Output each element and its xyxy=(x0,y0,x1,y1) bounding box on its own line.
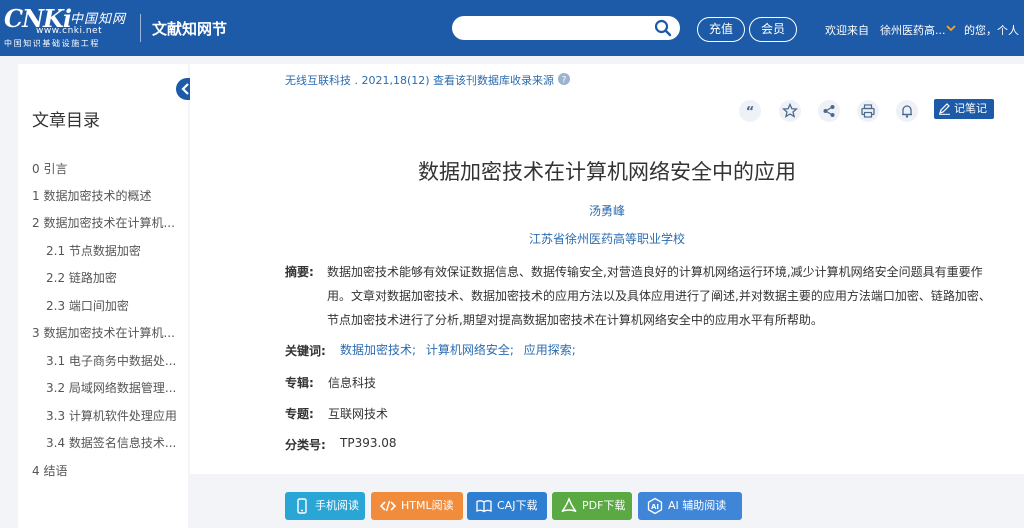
share-icon[interactable] xyxy=(818,100,840,122)
pdf-download-button[interactable]: PDF下载 xyxy=(552,492,632,520)
classification-label: 分类号: xyxy=(285,438,326,452)
special-value: 信息科技 xyxy=(328,376,377,390)
take-note-button[interactable]: 记笔记 xyxy=(934,99,994,119)
cnki-logo[interactable]: CNKi 中国知网 www.cnki.net 中国知识基础设施工程 xyxy=(2,4,130,50)
bell-icon[interactable] xyxy=(896,100,918,122)
html-read-button[interactable]: HTML阅读 xyxy=(371,492,463,520)
help-icon[interactable]: ? xyxy=(558,73,570,85)
toc-item[interactable]: 3.3 计算机软件处理应用 xyxy=(46,407,196,424)
journal-source[interactable]: 无线互联科技 . 2021,18(12) 查看该刊数据库收录来源 xyxy=(285,72,554,88)
special-label: 专辑: xyxy=(285,376,314,390)
toc-item[interactable]: 2.3 端口间加密 xyxy=(46,297,196,314)
logo-url-text: www.cnki.net xyxy=(36,26,103,36)
svg-text:?: ? xyxy=(562,75,567,85)
keywords-label: 关键词: xyxy=(285,344,326,358)
ai-read-button[interactable]: AI AI 辅助阅读 xyxy=(638,492,742,520)
institution-link[interactable]: 徐州医药高... xyxy=(880,22,946,38)
toc-sidebar: 文章目录 0 引言 1 数据加密技术的概述 2 数据加密技术在计算机... 2.… xyxy=(18,64,188,528)
book-icon xyxy=(476,500,492,513)
html-read-label: HTML阅读 xyxy=(401,499,454,512)
toc-item[interactable]: 0 引言 xyxy=(32,160,182,177)
welcome-text: 欢迎来自 xyxy=(825,24,869,37)
quote-icon[interactable]: “ xyxy=(739,100,761,122)
toc-title: 文章目录 xyxy=(32,111,100,131)
caj-download-label: CAJ下载 xyxy=(497,499,538,512)
ai-read-label: AI 辅助阅读 xyxy=(668,499,727,512)
mobile-read-label: 手机阅读 xyxy=(315,499,359,512)
topic-label: 专题: xyxy=(285,407,314,421)
toc-item[interactable]: 2.2 链路加密 xyxy=(46,269,196,286)
star-icon[interactable] xyxy=(779,100,801,122)
article-title: 数据加密技术在计算机网络安全中的应用 xyxy=(418,160,796,184)
abstract-text: 数据加密技术能够有效保证数据信息、数据传输安全,对营造良好的计算机网络运行环境,… xyxy=(327,265,991,327)
caj-download-button[interactable]: CAJ下载 xyxy=(467,492,547,520)
chevron-down-icon[interactable] xyxy=(946,24,956,32)
pdf-icon xyxy=(561,497,577,513)
toc-item[interactable]: 3.1 电子商务中数据处... xyxy=(46,352,196,369)
classification-value: TP393.08 xyxy=(340,436,397,450)
keyword-link[interactable]: 应用探索; xyxy=(524,343,576,357)
search-input[interactable] xyxy=(452,16,680,40)
svg-text:AI: AI xyxy=(651,503,659,511)
toc-item[interactable]: 3.4 数据签名信息技术... xyxy=(46,434,196,451)
code-icon xyxy=(379,500,397,512)
take-note-label: 记笔记 xyxy=(954,102,987,115)
print-icon[interactable] xyxy=(857,100,879,122)
phone-icon xyxy=(297,498,307,514)
ai-icon: AI xyxy=(647,497,663,515)
toc-item[interactable]: 2 数据加密技术在计算机... xyxy=(32,214,182,231)
user-greeting[interactable]: 的您，个人 xyxy=(964,22,1024,38)
mobile-read-button[interactable]: 手机阅读 xyxy=(285,492,365,520)
organization-link[interactable]: 江苏省徐州医药高等职业学校 xyxy=(190,230,1024,247)
logo-subtitle: 中国知识基础设施工程 xyxy=(4,39,100,48)
toc-item[interactable]: 2.1 节点数据加密 xyxy=(46,242,196,259)
site-section-title: 文献知网节 xyxy=(152,20,228,38)
pdf-download-label: PDF下载 xyxy=(582,499,626,512)
topic-value: 互联网技术 xyxy=(328,407,389,421)
pencil-icon xyxy=(939,103,950,115)
abstract-label: 摘要: xyxy=(285,265,314,279)
toc-item[interactable]: 4 结语 xyxy=(32,462,182,479)
recharge-button[interactable]: 充值 xyxy=(697,17,745,42)
search-icon[interactable] xyxy=(654,19,672,37)
toc-item[interactable]: 3 数据加密技术在计算机... xyxy=(32,324,182,341)
logo-chinese-text: 中国知网 xyxy=(70,12,127,27)
toc-item[interactable]: 1 数据加密技术的概述 xyxy=(32,187,182,204)
top-header: CNKi 中国知网 www.cnki.net 中国知识基础设施工程 文献知网节 … xyxy=(0,0,1024,56)
header-divider xyxy=(140,14,141,42)
keyword-link[interactable]: 数据加密技术; xyxy=(340,343,416,357)
article-panel: 无线互联科技 . 2021,18(12) 查看该刊数据库收录来源 ? “ 记笔记… xyxy=(190,64,1024,474)
toc-item[interactable]: 3.2 局域网络数据管理... xyxy=(46,379,196,396)
keyword-link[interactable]: 计算机网络安全; xyxy=(426,343,514,357)
member-button[interactable]: 会员 xyxy=(749,17,797,42)
keywords-list: 数据加密技术; 计算机网络安全; 应用探索; xyxy=(340,341,582,358)
author-link[interactable]: 汤勇峰 xyxy=(190,202,1024,219)
svg-text:“: “ xyxy=(746,105,755,120)
